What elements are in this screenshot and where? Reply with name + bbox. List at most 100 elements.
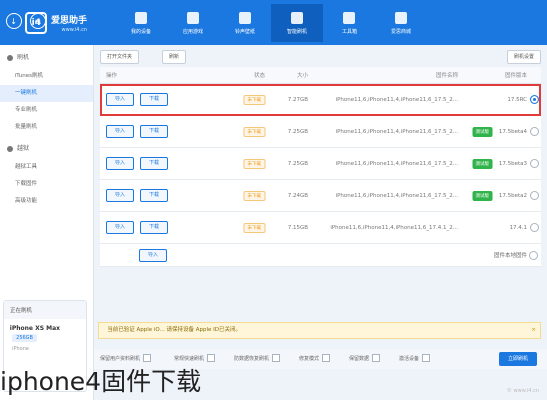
col-status: 状态 [253,73,265,79]
local-firmware-row: 固件本地固件 导入 [100,244,541,267]
device-capacity-badge: 256GB [12,334,37,342]
app-title: 爱思助手 [50,16,87,26]
app-site: www.i4.cn [61,27,87,33]
table-row[interactable]: 17.5beta4 测试版 iPhone11,6,iPhone11,4,iPhone… [100,116,541,148]
device-name: iPhone XS Max [10,325,61,332]
device-model: iPhone [12,346,29,352]
sidebar-item-download[interactable]: 下载固件 [0,176,93,193]
row-radio[interactable] [529,223,539,232]
logo-icon: i4 [24,12,47,34]
row-name: iPhone11,6,iPhone11,4,iPhone11,6_17.5_2.… [335,128,459,135]
main-panel: 打开文件夹 刷新 刷机设置 固件版本 固件名称 大小 状态 操作 17.5RC i… [94,45,547,400]
option-keep-data[interactable]: 保留用户资料刷机 [100,354,152,362]
download-button[interactable]: 下载 [140,125,168,138]
col-name: 固件名称 [436,73,459,79]
top-bar: ≡ ↓ 爱思商城 工具箱 智能刷机 铃声壁纸 应用游戏 我的设备 爱思助手 ww… [0,0,547,45]
import-button[interactable]: 导入 [106,125,134,138]
flash-icon [291,11,303,24]
sidebar-item-advanced[interactable]: 高级功能 [0,193,93,210]
download-icon[interactable]: ↓ [6,13,22,29]
row-radio[interactable] [529,95,539,104]
local-import-button[interactable]: 导入 [139,248,167,262]
option-retain[interactable]: 保留数据 [349,354,381,362]
table-row[interactable]: 17.4.1 iPhone11,6,iPhone11,4,iPhone11,6_1… [100,212,541,244]
sidebar-item-pro[interactable]: 专业刷机 [0,102,93,119]
sidebar-item-one-click[interactable]: 一键刷机 [0,85,93,102]
table-row[interactable]: 17.5RC iPhone11,6,iPhone11,4,iPhone11,6_1… [100,84,541,116]
option-repair[interactable]: 修复模式 [299,354,331,362]
nav-toolbox[interactable]: 工具箱 [323,4,375,42]
col-ops: 操作 [106,73,118,79]
option-activate[interactable]: 激活设备 [399,354,431,362]
app-logo: 爱思助手 www.i4.cn i4 [24,12,87,34]
row-version: 17.5beta3 [499,160,528,167]
row-version: 17.5beta2 [499,192,528,199]
row-status: 未下载 [231,94,265,105]
row-status: 未下载 [231,158,265,169]
flash-settings-button[interactable]: 刷机设置 [506,50,541,64]
table-header: 固件版本 固件名称 大小 状态 操作 [100,67,541,84]
local-radio[interactable] [529,250,539,260]
caption-text: iphone4固件下载 [0,367,202,396]
row-name: iPhone11,6,iPhone11,4,iPhone11,6_17.5_2.… [335,160,459,167]
firmware-table: 固件版本 固件名称 大小 状态 操作 17.5RC iPhone11,6,iPho… [100,67,541,267]
close-icon[interactable]: × [531,323,536,338]
sidebar-item-jb-tool[interactable]: 越狱工具 [0,159,93,176]
row-tag: 测试版 [458,158,492,169]
option-fast[interactable]: 常规快速刷机 [174,354,216,362]
row-size: 7.25GB [287,160,309,167]
nav-shop[interactable]: 爱思商城 [375,4,427,42]
download-button[interactable]: 下载 [140,93,168,106]
row-version: 17.4.1 [509,224,528,231]
main-nav: 爱思商城 工具箱 智能刷机 铃声壁纸 应用游戏 我的设备 [115,4,427,42]
row-radio[interactable] [529,159,539,168]
import-button[interactable]: 导入 [106,93,134,106]
row-tag: 测试版 [458,126,492,137]
download-button[interactable]: 下载 [140,157,168,170]
table-row[interactable]: 17.5beta2 测试版 iPhone11,6,iPhone11,4,iPhone… [100,180,541,212]
download-button[interactable]: 下载 [140,189,168,202]
sidebar-item-batch[interactable]: 批量刷机 [0,119,93,136]
sidebar-item-itunes[interactable]: iTunes刷机 [0,68,93,85]
row-size: 7.15GB [287,224,309,231]
watermark: © www.i4.cn [506,388,539,394]
shop-icon [395,11,407,24]
nav-apps[interactable]: 应用游戏 [167,4,219,42]
toolbar: 打开文件夹 刷新 刷机设置 [100,50,541,64]
device-card-header: 正在刷机 [4,301,86,319]
row-version: 17.5RC [507,96,528,103]
row-radio[interactable] [529,127,539,136]
row-status: 未下载 [231,222,265,233]
sidebar-group-jailbreak: 越狱 [0,136,93,159]
table-row[interactable]: 17.5beta3 测试版 iPhone11,6,iPhone11,4,iPhone… [100,148,541,180]
nav-device[interactable]: 我的设备 [115,4,167,42]
import-button[interactable]: 导入 [106,189,134,202]
row-name: iPhone11,6,iPhone11,4,iPhone11,6_17.5_2.… [335,192,459,199]
toolbox-icon [343,11,355,24]
download-button[interactable]: 下载 [140,221,168,234]
sidebar-group-flash: 刷机 [0,45,93,68]
row-name: iPhone11,6,iPhone11,4,iPhone11,6_17.4.1_… [330,224,459,231]
row-status: 未下载 [231,126,265,137]
open-folder-button[interactable]: 打开文件夹 [100,50,140,64]
col-size: 大小 [297,73,309,79]
sidebar: 刷机 iTunes刷机 一键刷机 专业刷机 批量刷机 越狱 越狱工具 下载固件 … [0,45,94,400]
row-radio[interactable] [529,191,539,200]
row-version: 17.5beta4 [499,128,528,135]
option-anti-recovery[interactable]: 防数据恢复刷机 [234,354,281,362]
music-icon [239,11,251,24]
apple-icon [135,11,147,24]
col-version: 固件版本 [505,73,528,79]
refresh-button[interactable]: 刷新 [162,50,187,64]
mirrored-screenshot: ≡ ↓ 爱思商城 工具箱 智能刷机 铃声壁纸 应用游戏 我的设备 爱思助手 ww… [0,0,547,400]
import-button[interactable]: 导入 [106,157,134,170]
local-firmware-label: 固件本地固件 [493,253,527,259]
import-button[interactable]: 导入 [106,221,134,234]
row-size: 7.24GB [287,192,309,199]
start-flash-button[interactable]: 立即刷机 [499,352,537,366]
notice-bar: × 当前已验证 Apple iO... 请保持设备 Apple ID已关闭。 [98,322,541,339]
row-status: 未下载 [231,190,265,201]
row-tag: 测试版 [458,190,492,201]
nav-flash[interactable]: 智能刷机 [271,4,323,42]
nav-ringtone[interactable]: 铃声壁纸 [219,4,271,42]
